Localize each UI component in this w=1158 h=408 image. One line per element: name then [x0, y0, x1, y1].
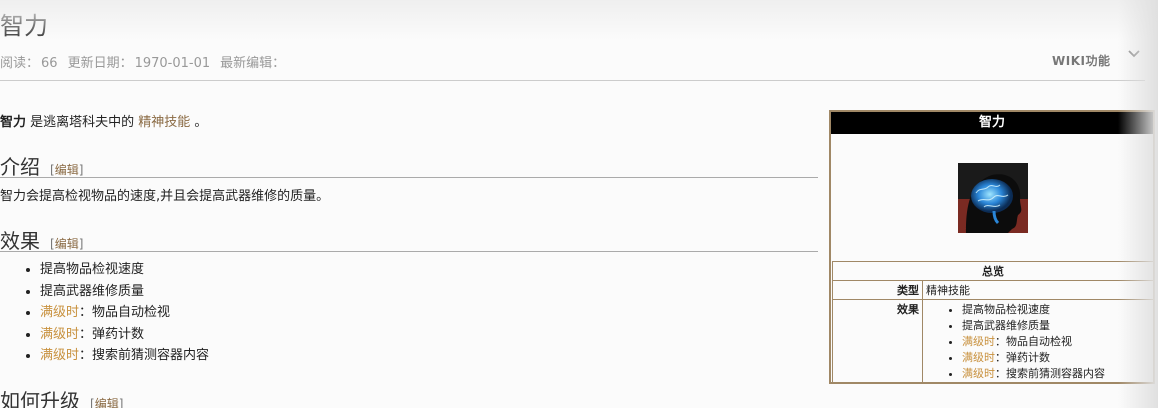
infobox-effects-list: 提高物品检视速度 提高武器维修质量 满级时：物品自动检视 满级时：弹药计数 满级…	[926, 302, 1150, 382]
infobox-type-label: 类型	[832, 280, 923, 300]
chevron-down-icon[interactable]	[1127, 47, 1141, 61]
effect-text: ：搜索前猜测容器内容	[995, 367, 1105, 380]
list-item: 满级时：搜索前猜测容器内容	[962, 366, 1150, 382]
max-level-tag: 满级时	[962, 335, 995, 348]
top-shade	[0, 0, 1158, 40]
edit-link[interactable]: 编辑	[55, 163, 79, 177]
intro-text-after: 。	[190, 115, 208, 130]
effect-text: 提高物品检视速度	[962, 303, 1050, 316]
max-level-tag: 满级时	[40, 326, 80, 342]
heading-text: 如何升级	[0, 389, 80, 408]
effect-text: 提高武器维修质量	[40, 283, 145, 299]
effect-text: ：弹药计数	[79, 326, 145, 342]
mental-skill-link[interactable]: 精神技能	[138, 115, 190, 130]
heading-rule	[0, 177, 818, 178]
list-item: 提高物品检视速度	[40, 259, 209, 281]
views-count: 66	[41, 56, 58, 71]
effect-text: ：物品自动检视	[79, 305, 171, 320]
edit-section: [编辑]	[90, 397, 123, 408]
infobox-overview-header: 总览	[832, 261, 1154, 281]
effects-list: 提高物品检视速度 提高武器维修质量 满级时：物品自动检视 满级时：弹药计数 满级…	[20, 259, 209, 367]
updated-date: 1970-01-01	[134, 56, 211, 71]
max-level-tag: 满级时	[40, 348, 80, 363]
wiki-functions-button[interactable]: WIKI功能	[1052, 52, 1110, 69]
heading-text: 效果	[0, 229, 40, 253]
list-item: 满级时：弹药计数	[40, 324, 209, 346]
list-item: 满级时：搜索前猜测容器内容	[40, 345, 209, 367]
heading-text: 介绍	[0, 155, 40, 179]
infobox-title: 智力	[831, 112, 1153, 134]
intro-text-before: 是逃离塔科夫中的	[26, 115, 139, 130]
skill-infobox: 智力 总览 类型 精神技能 效果 • 提高物品检视速度 • 提高武器维修质量 •…	[829, 110, 1155, 384]
max-level-tag: 满级时	[962, 367, 995, 380]
brain-icon	[958, 163, 1028, 233]
infobox-effects-label: 效果	[832, 299, 923, 384]
effect-text: 提高武器维修质量	[962, 319, 1050, 332]
effect-text: ：搜索前猜测容器内容	[79, 348, 210, 363]
intro-paragraph: 智力会提高检视物品的速度,并且会提高武器维修的质量。	[0, 189, 330, 204]
infobox-type-value: 精神技能	[922, 280, 1154, 300]
updated-label: 更新日期：	[67, 56, 133, 71]
page-meta: 阅读： 66 更新日期： 1970-01-01 最新编辑：	[0, 52, 287, 71]
list-item: 提高物品检视速度	[962, 302, 1150, 318]
editor-label: 最新编辑：	[220, 56, 286, 71]
page-title: 智力	[0, 12, 48, 40]
effect-text: ：弹药计数	[995, 351, 1050, 364]
list-item: 满级时：物品自动检视	[40, 302, 209, 324]
edit-section: [编辑]	[50, 237, 84, 251]
list-item: 满级时：弹药计数	[962, 350, 1150, 366]
infobox-effects-cell: 提高物品检视速度 提高武器维修质量 满级时：物品自动检视 满级时：弹药计数 满级…	[922, 299, 1154, 384]
list-item: 提高武器维修质量	[40, 281, 209, 303]
views-label: 阅读：	[0, 56, 40, 71]
effect-text: ：物品自动检视	[995, 335, 1072, 348]
list-item: 满级时：物品自动检视	[962, 334, 1150, 350]
edit-section: [编辑]	[50, 163, 84, 177]
intro-sentence: 智力 是逃离塔科夫中的 精神技能 。	[0, 111, 207, 130]
section-heading-effects: 效果 [编辑]	[0, 225, 83, 254]
max-level-tag: 满级时	[40, 305, 80, 320]
wiki-page: 智力 阅读： 66 更新日期： 1970-01-01 最新编辑： WIKI功能 智力 是…	[0, 0, 1158, 408]
header-divider	[0, 80, 1145, 81]
edit-link[interactable]: 编辑	[55, 237, 79, 251]
heading-rule	[0, 251, 818, 252]
list-item: 提高武器维修质量	[962, 318, 1150, 334]
edit-link[interactable]: 编辑	[95, 397, 119, 408]
effect-text: 提高物品检视速度	[40, 262, 145, 277]
intro-subject: 智力	[0, 115, 27, 130]
section-heading-upgrade: 如何升级 [编辑]	[0, 385, 123, 408]
infobox-table: 总览 类型 精神技能 效果 提高物品检视速度 提高武器维修质量 满级时：物品自动…	[832, 261, 1154, 384]
section-heading-intro: 介绍 [编辑]	[0, 151, 83, 180]
max-level-tag: 满级时	[962, 351, 995, 364]
